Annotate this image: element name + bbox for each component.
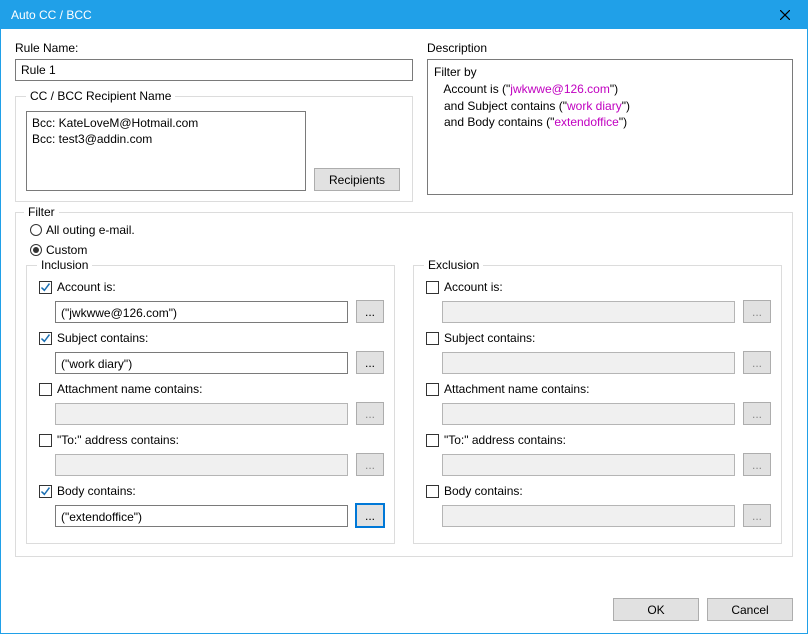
inclusion-body-value[interactable]: ("extendoffice") [55,505,348,527]
inclusion-subject-value[interactable]: ("work diary") [55,352,348,374]
inclusion-group: InclusionAccount is:("jwkwwe@126.com")..… [26,265,395,544]
ccbcc-legend: CC / BCC Recipient Name [26,89,175,103]
inclusion-subject-checkbox[interactable]: Subject contains: [39,329,384,347]
checkbox-icon [39,332,52,345]
exclusion-to-field: "To:" address contains:... [424,431,771,476]
inclusion-account-value[interactable]: ("jwkwwe@126.com") [55,301,348,323]
exclusion-subject-field: Subject contains:... [424,329,771,374]
inclusion-subject-edit-button[interactable]: ... [356,351,384,374]
radio-all-outing[interactable]: All outing e-mail. [30,221,782,239]
close-button[interactable] [762,1,807,29]
close-icon [780,10,790,20]
inclusion-body-edit-button[interactable]: ... [356,504,384,527]
exclusion-body-field: Body contains:... [424,482,771,527]
ccbcc-textbox[interactable]: Bcc: KateLoveM@Hotmail.com Bcc: test3@ad… [26,111,306,191]
exclusion-attachment-edit-button[interactable]: ... [743,402,771,425]
dialog-footer: OK Cancel [1,592,807,633]
description-label: Description [427,41,793,55]
checkbox-icon [39,281,52,294]
exclusion-body-value [442,505,735,527]
inclusion-account-label: Account is: [57,280,116,294]
recipients-button[interactable]: Recipients [314,168,400,191]
inclusion-attachment-label: Attachment name contains: [57,382,202,396]
inclusion-body-label: Body contains: [57,484,136,498]
titlebar: Auto CC / BCC [1,1,807,29]
exclusion-group: ExclusionAccount is:...Subject contains:… [413,265,782,544]
inclusion-to-value [55,454,348,476]
inclusion-attachment-field: Attachment name contains:... [37,380,384,425]
inclusion-account-checkbox[interactable]: Account is: [39,278,384,296]
filter-legend: Filter [24,205,59,219]
inclusion-account-field: Account is: ("jwkwwe@126.com")... [37,278,384,323]
inclusion-legend: Inclusion [37,258,92,272]
rule-name-input[interactable] [15,59,413,81]
exclusion-account-value [442,301,735,323]
exclusion-to-label: "To:" address contains: [444,433,566,447]
checkbox-icon [426,281,439,294]
inclusion-subject-label: Subject contains: [57,331,148,345]
exclusion-account-label: Account is: [444,280,503,294]
exclusion-body-checkbox[interactable]: Body contains: [426,482,771,500]
inclusion-attachment-checkbox[interactable]: Attachment name contains: [39,380,384,398]
exclusion-account-field: Account is:... [424,278,771,323]
exclusion-subject-value [442,352,735,374]
exclusion-body-edit-button[interactable]: ... [743,504,771,527]
exclusion-attachment-checkbox[interactable]: Attachment name contains: [426,380,771,398]
exclusion-subject-checkbox[interactable]: Subject contains: [426,329,771,347]
inclusion-body-field: Body contains: ("extendoffice")... [37,482,384,527]
inclusion-attachment-edit-button[interactable]: ... [356,402,384,425]
cancel-button[interactable]: Cancel [707,598,793,621]
exclusion-to-value [442,454,735,476]
inclusion-attachment-value [55,403,348,425]
inclusion-to-checkbox[interactable]: "To:" address contains: [39,431,384,449]
dialog-content: Rule Name: CC / BCC Recipient Name Bcc: … [1,29,807,592]
inclusion-to-field: "To:" address contains:... [37,431,384,476]
inclusion-to-edit-button[interactable]: ... [356,453,384,476]
radio-icon [30,244,42,256]
exclusion-body-label: Body contains: [444,484,523,498]
filter-group: Filter All outing e-mail. Custom Inclusi… [15,212,793,557]
radio-custom[interactable]: Custom [30,241,782,259]
radio-all-label: All outing e-mail. [46,223,135,237]
inclusion-subject-field: Subject contains: ("work diary")... [37,329,384,374]
exclusion-account-checkbox[interactable]: Account is: [426,278,771,296]
checkbox-icon [39,383,52,396]
dialog-window: Auto CC / BCC Rule Name: CC / BCC Recipi… [0,0,808,634]
checkbox-icon [39,485,52,498]
radio-custom-label: Custom [46,243,87,257]
radio-icon [30,224,42,236]
exclusion-attachment-value [442,403,735,425]
window-title: Auto CC / BCC [11,8,92,22]
checkbox-icon [426,332,439,345]
inclusion-to-label: "To:" address contains: [57,433,179,447]
exclusion-to-checkbox[interactable]: "To:" address contains: [426,431,771,449]
inclusion-account-edit-button[interactable]: ... [356,300,384,323]
inclusion-body-checkbox[interactable]: Body contains: [39,482,384,500]
rule-name-label: Rule Name: [15,41,413,55]
description-box: Filter by Account is ("jwkwwe@126.com") … [427,59,793,195]
exclusion-subject-edit-button[interactable]: ... [743,351,771,374]
ok-button[interactable]: OK [613,598,699,621]
exclusion-account-edit-button[interactable]: ... [743,300,771,323]
checkbox-icon [426,383,439,396]
ccbcc-group: CC / BCC Recipient Name Bcc: KateLoveM@H… [15,89,413,202]
exclusion-attachment-field: Attachment name contains:... [424,380,771,425]
checkbox-icon [39,434,52,447]
exclusion-attachment-label: Attachment name contains: [444,382,589,396]
exclusion-subject-label: Subject contains: [444,331,535,345]
exclusion-to-edit-button[interactable]: ... [743,453,771,476]
exclusion-legend: Exclusion [424,258,483,272]
checkbox-icon [426,485,439,498]
checkbox-icon [426,434,439,447]
